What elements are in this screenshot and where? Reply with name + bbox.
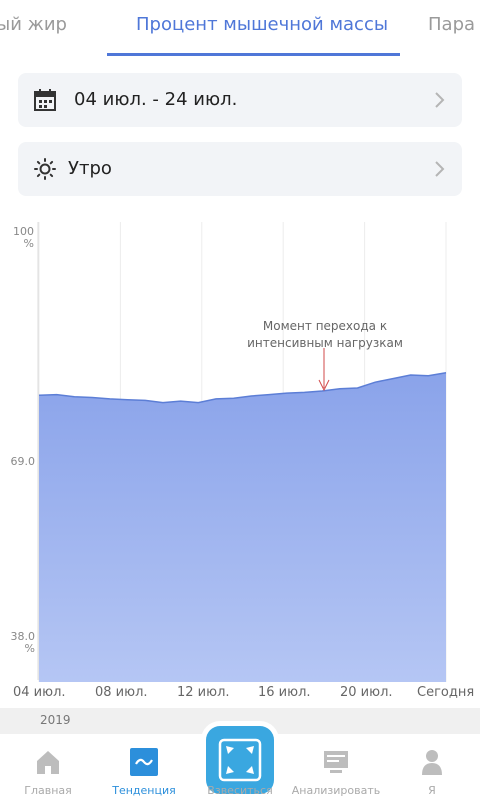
y-tick-label: 100 % — [10, 226, 34, 250]
tab-body-fat[interactable]: ый жир — [0, 14, 67, 35]
x-tick-label: 16 июл. — [258, 685, 311, 700]
date-range-label: 04 июл. - 24 июл. — [74, 89, 238, 110]
nav-trend[interactable]: Тенденция — [96, 748, 192, 797]
person-icon — [422, 750, 442, 775]
x-tick-label: 20 июл. — [340, 685, 393, 700]
calendar-icon — [34, 89, 56, 111]
nav-weigh-label: Взвеситься — [207, 784, 273, 797]
y-tick-38: 38.0 % — [10, 630, 36, 655]
time-of-day-selector[interactable]: Утро — [18, 142, 462, 196]
nav-trend-label: Тенденция — [112, 784, 176, 797]
y-tick-label: 38.0 % — [8, 630, 36, 655]
tab-muscle-mass[interactable]: Процент мышечной массы — [136, 14, 388, 35]
date-range-selector[interactable]: 04 июл. - 24 июл. — [18, 73, 462, 127]
nav-me-label: Я — [428, 784, 436, 797]
chart-area — [39, 372, 446, 682]
bottom-nav: Главная Тенденция Взвеситься Анализирова… — [0, 726, 480, 800]
year-label: 2019 — [40, 713, 71, 727]
time-of-day-label: Утро — [68, 158, 112, 179]
nav-analyze-label: Анализировать — [291, 784, 381, 797]
muscle-mass-chart: 100 % 69.0 38.0 % Момент перехода к инте… — [0, 220, 480, 710]
chart-annotation: Момент перехода к интенсивным нагрузкам — [247, 319, 403, 350]
chevron-right-icon — [435, 161, 445, 177]
chart-canvas — [37, 222, 447, 682]
x-tick-label: Сегодня — [417, 685, 475, 700]
nav-home[interactable]: Главная — [0, 748, 96, 797]
y-tick-100: 100 % — [13, 225, 34, 250]
sun-icon — [34, 158, 56, 180]
x-tick-label: 04 июл. — [13, 685, 66, 700]
trend-icon — [130, 748, 158, 776]
chevron-right-icon — [435, 92, 445, 108]
top-tab-bar: ый жир Процент мышечной массы Пара — [0, 0, 480, 56]
nav-analyze[interactable]: Анализировать — [288, 748, 384, 797]
y-tick-69: 69.0 — [10, 455, 36, 468]
active-tab-indicator — [107, 53, 400, 56]
y-tick-label: 69.0 — [8, 455, 36, 468]
x-tick-label: 12 июл. — [177, 685, 230, 700]
annotation-arrow — [318, 348, 330, 392]
home-icon — [37, 751, 59, 774]
monitor-icon — [324, 751, 348, 773]
nav-home-label: Главная — [24, 784, 72, 797]
x-tick-label: 08 июл. — [95, 685, 148, 700]
tab-params[interactable]: Пара — [428, 14, 475, 35]
nav-me[interactable]: Я — [384, 748, 480, 797]
